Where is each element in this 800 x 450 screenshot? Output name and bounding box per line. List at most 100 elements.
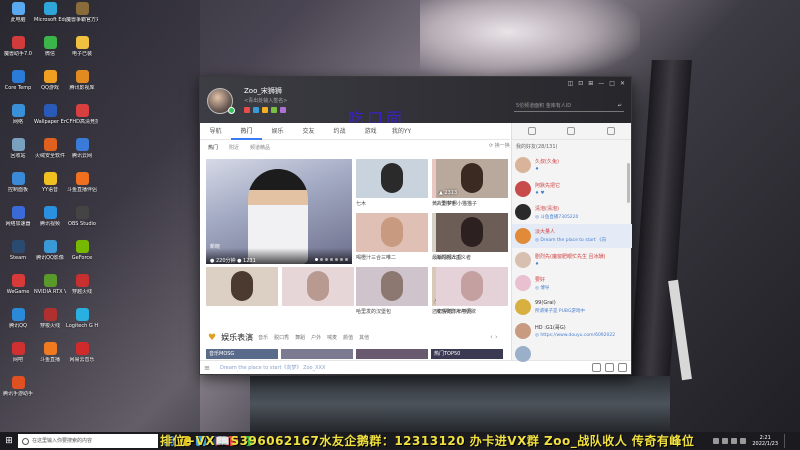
stream-thumbnail[interactable] bbox=[356, 267, 428, 306]
badge-icon[interactable] bbox=[271, 107, 277, 113]
desktop-icon[interactable]: NVIDIA RTX Voice bbox=[34, 274, 66, 308]
desktop-icon[interactable]: 穿梭火线 bbox=[34, 308, 66, 342]
nav-tab[interactable]: 娱乐 bbox=[262, 123, 293, 140]
taskbar-search-input[interactable]: 在这里输入你要搜索的内容 bbox=[18, 434, 158, 448]
desktop-icon[interactable]: 微信 bbox=[34, 36, 66, 70]
desktop-icon[interactable]: Core Temp bbox=[2, 70, 34, 104]
channel-search-input[interactable]: 5伦频道面积 金库有人ID ↵ bbox=[514, 100, 624, 112]
desktop-icon[interactable]: Wallpaper Engine bbox=[34, 104, 66, 138]
stream-thumbnail[interactable]: ▲ 2313 bbox=[436, 159, 508, 198]
thumbnail-title[interactable]: 三里半手 bbox=[436, 200, 508, 207]
refresh-button[interactable]: ⟳ 换一换 bbox=[489, 142, 510, 149]
stream-thumbnail[interactable] bbox=[282, 267, 354, 306]
badge-icon[interactable] bbox=[253, 107, 259, 113]
desktop-icon[interactable]: 腾讯视频 bbox=[34, 206, 66, 240]
window-control-icon[interactable]: ✕ bbox=[620, 80, 625, 87]
friend-list-item[interactable]: HD :G1(哥G) ◎ https://www.douyu.com/609202… bbox=[512, 319, 632, 343]
desktop-icon[interactable]: 穿越火线 bbox=[66, 274, 98, 308]
friend-list-item[interactable]: 久叔(久兔) ♦ bbox=[512, 153, 632, 177]
desktop-icon[interactable]: 斗鱼直播伴侣 bbox=[66, 172, 98, 206]
window-control-icon[interactable]: □ bbox=[609, 80, 615, 87]
desktop-icon[interactable]: QQ游戏 bbox=[34, 70, 66, 104]
desktop-icon[interactable]: 回收站 bbox=[2, 138, 34, 172]
friend-list-item[interactable]: 清泡(清泡) ◎ 斗鱼直播7305220 bbox=[512, 200, 632, 224]
desktop-icon[interactable]: 控制面板 bbox=[2, 172, 34, 206]
friend-list-item[interactable]: 剧烈先(魔窗肥眼忙先生 且冰酬) ♦ bbox=[512, 248, 632, 272]
friend-list-item[interactable] bbox=[512, 343, 632, 367]
friend-list-item[interactable]: 99(Grai) 所谓果子是 PUBG游戏中 bbox=[512, 295, 632, 319]
section-tab[interactable]: 音乐 bbox=[258, 334, 268, 341]
friend-list-item[interactable]: 淡大量人 ◎ Dream the place to start 《向 bbox=[512, 224, 632, 248]
section-title[interactable]: 娱乐表演 bbox=[221, 332, 253, 343]
enter-arrow-icon[interactable]: ↵ bbox=[618, 103, 622, 109]
taskbar-clock[interactable]: 2:21 2022/1/23 bbox=[752, 435, 778, 447]
badge-icon[interactable] bbox=[280, 107, 286, 113]
window-control-icon[interactable]: — bbox=[598, 80, 604, 87]
friends-scrollbar[interactable] bbox=[627, 163, 630, 203]
desktop-icon[interactable]: 网络 bbox=[2, 104, 34, 138]
desktop-icon[interactable]: 斗鱼直播 bbox=[34, 342, 66, 376]
desktop-icon[interactable]: 电子已装 bbox=[66, 36, 98, 70]
desktop-icon[interactable]: Logitech G HUB bbox=[66, 308, 98, 342]
desktop-icon[interactable]: 魔兽助手7.0 bbox=[2, 36, 34, 70]
desktop-icon[interactable]: Steam bbox=[2, 240, 34, 274]
user-name[interactable]: Zoo_宋狮狮 bbox=[244, 86, 282, 96]
nav-tab[interactable]: 游戏 bbox=[355, 123, 386, 140]
desktop-icon[interactable]: OBS Studio bbox=[66, 206, 98, 240]
show-desktop-button[interactable] bbox=[784, 434, 794, 448]
desktop-icon[interactable]: 腾讯QQ影像 bbox=[34, 240, 66, 274]
window-control-icon[interactable]: ◫ bbox=[568, 80, 574, 87]
badge-icon[interactable] bbox=[244, 107, 250, 113]
user-signature[interactable]: <青出处输入签名> bbox=[244, 97, 287, 104]
windows-start-icon[interactable]: ⊞ bbox=[0, 432, 18, 450]
desktop-icon[interactable]: Microsoft Edge bbox=[34, 2, 66, 36]
desktop-icon[interactable]: GeForce bbox=[66, 240, 98, 274]
thumbnail-title[interactable]: 难忘怀影片与爱欲 bbox=[436, 308, 508, 315]
section-tab[interactable]: 脱口秀 bbox=[274, 334, 289, 341]
menu-icon[interactable]: ≡ bbox=[200, 364, 214, 372]
section-strip[interactable] bbox=[356, 349, 428, 359]
desktop-icon[interactable]: 火绒安全软件 bbox=[34, 138, 66, 172]
desktop-icon[interactable]: YY语音 bbox=[34, 172, 66, 206]
groups-icon[interactable] bbox=[607, 127, 616, 135]
carousel-dots[interactable] bbox=[315, 258, 348, 261]
nav-tab[interactable]: 我的YY bbox=[386, 123, 417, 140]
desktop-icon[interactable]: 腾讯云网 bbox=[66, 138, 98, 172]
section-tab[interactable]: 舞蹈 bbox=[295, 334, 305, 341]
nav-tab[interactable]: 热门 bbox=[231, 123, 262, 140]
stream-thumbnail[interactable] bbox=[436, 267, 508, 306]
desktop-icon[interactable]: 网络加速器 bbox=[2, 206, 34, 240]
desktop-icon[interactable]: 网吧 bbox=[2, 342, 34, 376]
sub-tab[interactable]: 频道精品 bbox=[250, 144, 270, 151]
window-control-icon[interactable]: ⊡ bbox=[578, 80, 583, 87]
sub-tab[interactable]: 热门 bbox=[208, 144, 218, 151]
featured-stream[interactable]: 新晓 ● 220分钟 ● 1231 bbox=[206, 159, 352, 264]
section-tab[interactable]: 喊麦 bbox=[327, 334, 337, 341]
nav-tab[interactable]: 导航 bbox=[200, 123, 231, 140]
thumbnail-title[interactable]: 海的刺人主义者 bbox=[436, 254, 508, 261]
friend-list-item[interactable]: 阿默先把它 ♦ ♥ bbox=[512, 177, 632, 201]
section-strip[interactable] bbox=[281, 349, 353, 359]
desktop-icon[interactable]: 腾讯影视库 bbox=[66, 70, 98, 104]
tray-icon[interactable] bbox=[713, 438, 720, 444]
desktop-icon[interactable]: 魔兽争霸官方对战平台 bbox=[66, 2, 98, 36]
home-icon[interactable] bbox=[527, 127, 536, 135]
nav-tab[interactable]: 约战 bbox=[324, 123, 355, 140]
stream-thumbnail[interactable] bbox=[356, 213, 428, 252]
network-icon[interactable] bbox=[731, 438, 738, 444]
section-tab[interactable]: 颜值 bbox=[343, 334, 353, 341]
thumbnail-title[interactable]: 七木 bbox=[356, 200, 428, 207]
section-tab[interactable]: 其他 bbox=[359, 334, 369, 341]
desktop-icon[interactable]: 网易云音乐 bbox=[66, 342, 98, 376]
stream-thumbnail[interactable] bbox=[206, 267, 278, 306]
stream-thumbnail[interactable] bbox=[356, 159, 428, 198]
stream-thumbnail[interactable] bbox=[436, 213, 508, 252]
sub-tab[interactable]: 附近 bbox=[229, 144, 239, 151]
desktop-icon[interactable]: 此电脑 bbox=[2, 2, 34, 36]
section-pager-arrows[interactable]: ‹ › bbox=[490, 333, 498, 341]
contacts-icon[interactable] bbox=[567, 127, 576, 135]
nav-tab[interactable]: 交友 bbox=[293, 123, 324, 140]
desktop-icon[interactable]: 腾讯QQ bbox=[2, 308, 34, 342]
tray-icon[interactable] bbox=[722, 438, 729, 444]
desktop-icon[interactable]: 腾讯手游助手 bbox=[2, 376, 34, 410]
